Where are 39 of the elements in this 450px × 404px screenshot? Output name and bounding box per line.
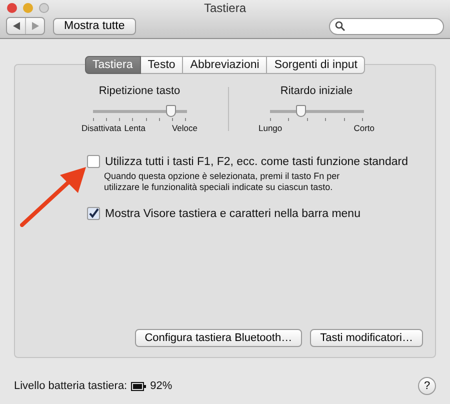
checkbox-label: Mostra Visore tastiera e caratteri nella barra menu <box>105 208 360 220</box>
battery-label: Livello batteria tastiera: <box>14 380 128 392</box>
tick-mark <box>344 118 345 121</box>
slider-min-label: Lungo <box>258 123 282 133</box>
checkbox-label: Utilizza tutti i tasti F1, F2, ecc. come tasti funzione standard <box>105 156 408 168</box>
tab[interactable]: Sorgenti di input <box>267 56 366 74</box>
slider-thumb[interactable] <box>296 105 306 117</box>
push-button[interactable]: Tasti modificatori… <box>310 329 423 347</box>
close-icon[interactable] <box>7 3 17 13</box>
show-all-button[interactable]: Mostra tutte <box>53 18 136 34</box>
battery-percent: 92% <box>150 380 172 392</box>
slider-title: Ripetizione tasto <box>98 85 180 97</box>
tick-mark <box>119 118 120 121</box>
tab[interactable]: Abbreviazioni <box>183 56 268 74</box>
slider-min-label: Lenta <box>124 123 146 133</box>
search-icon <box>335 21 345 31</box>
push-button[interactable]: Configura tastiera Bluetooth… <box>134 329 302 347</box>
option-description: Quando questa opzione è selezionata, premi il tasto Fn per utilizzare le funzionalità speciali indicate su ciascun tasto. <box>104 171 341 193</box>
search-field[interactable] <box>329 18 444 34</box>
zoom-icon[interactable] <box>39 3 49 13</box>
tick-mark <box>106 118 107 121</box>
slider-thumb[interactable] <box>166 105 176 117</box>
tick-mark <box>288 118 290 121</box>
tick-mark <box>172 118 174 121</box>
checkbox[interactable] <box>87 155 100 168</box>
tab[interactable]: Tastiera <box>84 56 141 74</box>
window-title: Tastiera <box>204 1 246 15</box>
minimize-icon[interactable] <box>23 3 33 13</box>
battery-icon <box>131 382 146 390</box>
tick-mark <box>158 118 160 121</box>
slider-max-label: Veloce <box>172 123 198 133</box>
right-triangle-icon <box>32 22 38 30</box>
slider-title: Ritardo iniziale <box>280 85 353 97</box>
left-triangle-icon <box>12 22 20 30</box>
help-button[interactable]: ? <box>418 377 436 395</box>
tab[interactable]: Testo <box>140 56 184 74</box>
slider-max-label: Corto <box>354 123 374 133</box>
checkbox[interactable] <box>87 207 100 220</box>
slider-min-label: Disattivata <box>82 123 122 133</box>
